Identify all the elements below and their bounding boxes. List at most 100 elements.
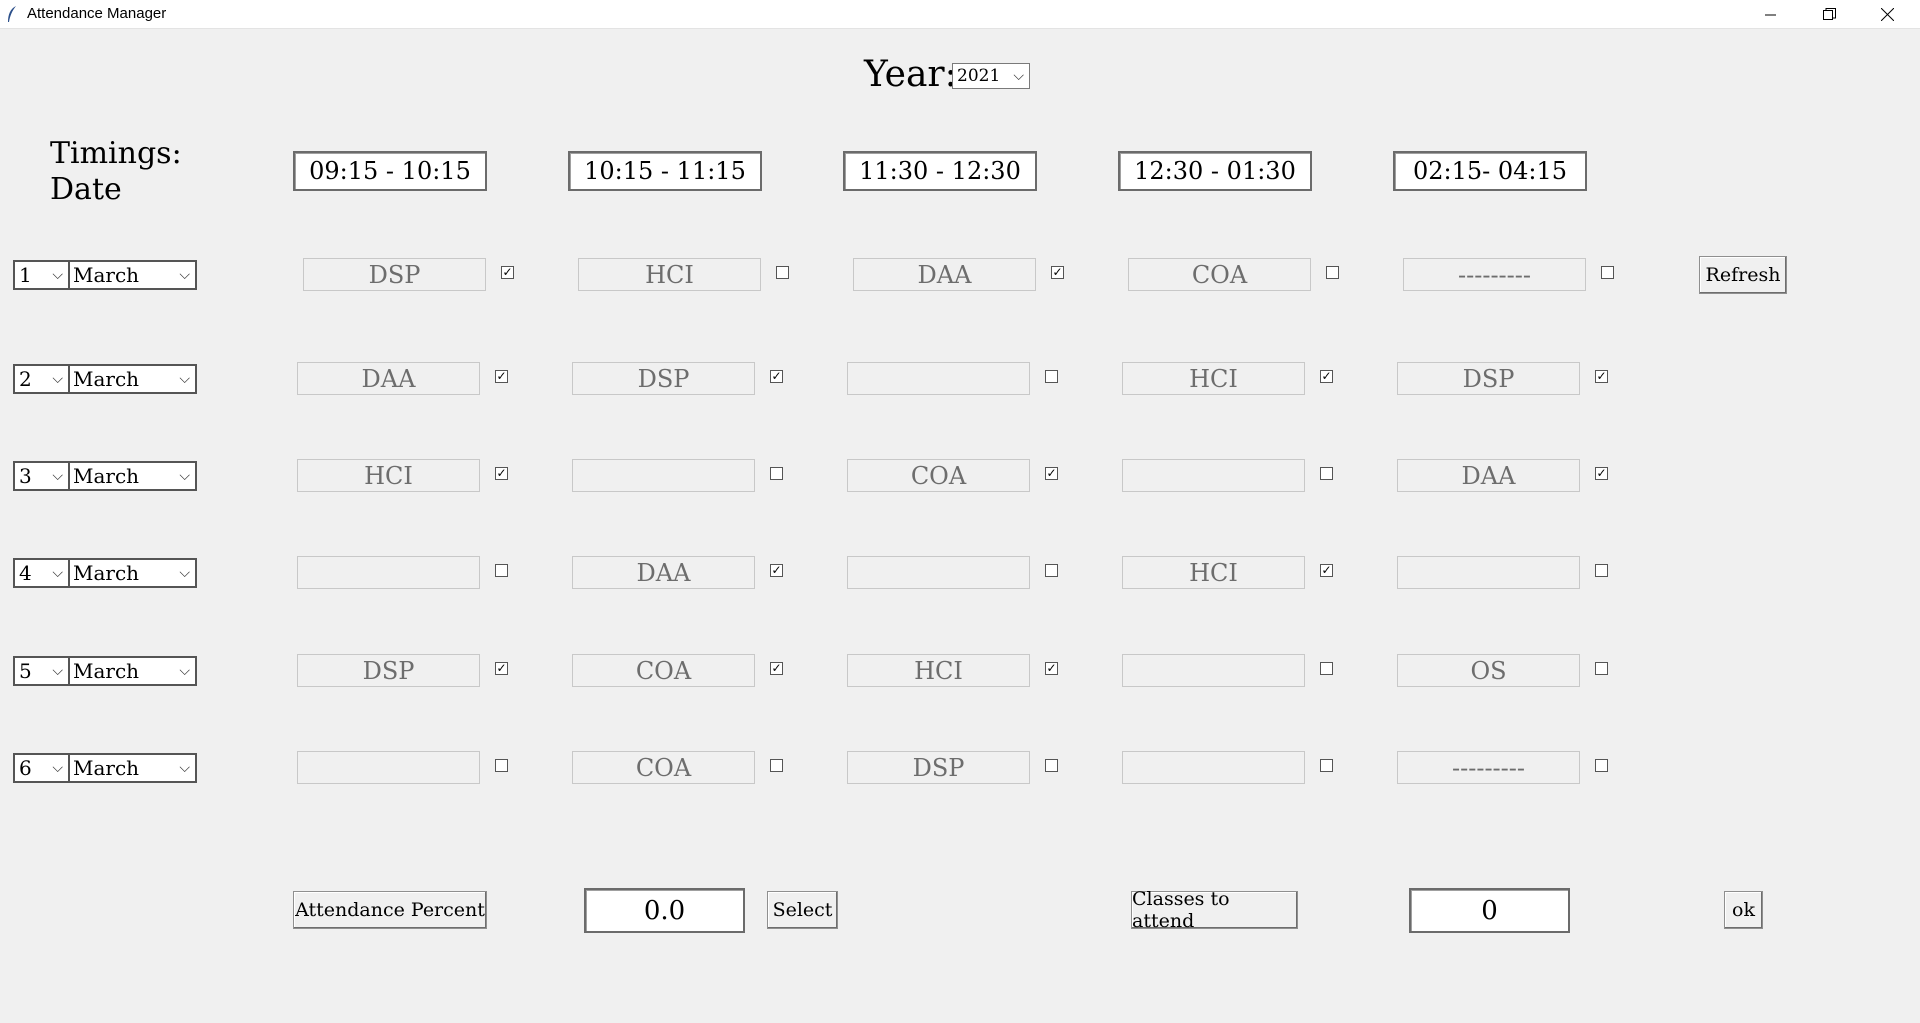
subject-field[interactable] (1122, 654, 1305, 687)
chevron-down-icon[interactable]: ⌵ (179, 463, 190, 489)
month-select[interactable]: March ⌵ (68, 656, 197, 686)
subject-field[interactable]: COA (1128, 258, 1311, 291)
timing-slot-3[interactable]: 11:30 - 12:30 (843, 151, 1037, 191)
subject-field[interactable]: DSP (297, 654, 480, 687)
subject-field[interactable]: COA (847, 459, 1030, 492)
chevron-down-icon[interactable]: ⌵ (179, 262, 190, 288)
classes-to-attend-button[interactable]: Classes to attend (1131, 888, 1298, 932)
day-select[interactable]: 4 ⌵ (13, 558, 70, 588)
classes-to-attend-output[interactable]: 0 (1409, 888, 1570, 933)
attendance-checkbox[interactable]: ✓ (495, 467, 508, 480)
attendance-checkbox[interactable]: ✓ (770, 564, 783, 577)
attendance-percent-output[interactable]: 0.0 (584, 888, 745, 933)
attendance-checkbox[interactable] (1601, 266, 1614, 279)
chevron-down-icon[interactable]: ⌵ (179, 366, 190, 392)
chevron-down-icon[interactable]: ⌵ (52, 658, 63, 684)
chevron-down-icon[interactable]: ⌵ (179, 560, 190, 586)
attendance-checkbox[interactable]: ✓ (495, 662, 508, 675)
attendance-checkbox[interactable] (1320, 467, 1333, 480)
timing-slot-1[interactable]: 09:15 - 10:15 (293, 151, 487, 191)
subject-field[interactable]: DSP (1397, 362, 1580, 395)
subject-field[interactable]: DSP (847, 751, 1030, 784)
subject-field[interactable]: COA (572, 654, 755, 687)
chevron-down-icon[interactable]: ⌵ (52, 560, 63, 586)
day-select[interactable]: 6 ⌵ (13, 753, 70, 783)
attendance-checkbox[interactable] (1326, 266, 1339, 279)
subject-field[interactable] (572, 459, 755, 492)
subject-field[interactable]: HCI (1122, 362, 1305, 395)
chevron-down-icon[interactable]: ⌵ (52, 463, 63, 489)
subject-field[interactable]: DAA (853, 258, 1036, 291)
attendance-checkbox[interactable] (1045, 759, 1058, 772)
attendance-checkbox[interactable]: ✓ (1320, 370, 1333, 383)
attendance-checkbox[interactable] (1045, 370, 1058, 383)
subject-field[interactable]: HCI (847, 654, 1030, 687)
attendance-checkbox[interactable]: ✓ (1595, 467, 1608, 480)
subject-field[interactable]: HCI (1122, 556, 1305, 589)
day-select[interactable]: 2 ⌵ (13, 364, 70, 394)
timing-slot-2[interactable]: 10:15 - 11:15 (568, 151, 762, 191)
attendance-checkbox[interactable] (770, 467, 783, 480)
subject-field[interactable]: --------- (1397, 751, 1580, 784)
attendance-checkbox[interactable] (1595, 759, 1608, 772)
attendance-checkbox[interactable] (1320, 662, 1333, 675)
timing-slot-5[interactable]: 02:15- 04:15 (1393, 151, 1587, 191)
subject-field[interactable] (847, 556, 1030, 589)
chevron-down-icon[interactable]: ⌵ (52, 366, 63, 392)
subject-field[interactable]: HCI (578, 258, 761, 291)
close-button[interactable] (1858, 0, 1916, 29)
chevron-down-icon[interactable]: ⌵ (179, 658, 190, 684)
attendance-checkbox[interactable] (1320, 759, 1333, 772)
day-select[interactable]: 5 ⌵ (13, 656, 70, 686)
subject-field[interactable]: DSP (303, 258, 486, 291)
month-select[interactable]: March ⌵ (68, 461, 197, 491)
subject-field[interactable]: DAA (297, 362, 480, 395)
month-select[interactable]: March ⌵ (68, 364, 197, 394)
subject-field[interactable] (1397, 556, 1580, 589)
attendance-checkbox[interactable]: ✓ (1045, 662, 1058, 675)
subject-field[interactable] (1122, 459, 1305, 492)
attendance-checkbox[interactable]: ✓ (1595, 370, 1608, 383)
day-select[interactable]: 1 ⌵ (13, 260, 70, 290)
chevron-down-icon[interactable]: ⌵ (52, 755, 63, 781)
attendance-checkbox[interactable]: ✓ (770, 370, 783, 383)
month-select[interactable]: March ⌵ (68, 260, 197, 290)
chevron-down-icon[interactable]: ⌵ (52, 262, 63, 288)
chevron-down-icon[interactable]: ⌵ (1013, 64, 1024, 88)
attendance-checkbox[interactable] (1595, 564, 1608, 577)
attendance-checkbox[interactable] (495, 759, 508, 772)
attendance-checkbox[interactable] (495, 564, 508, 577)
attendance-checkbox[interactable]: ✓ (495, 370, 508, 383)
year-select[interactable]: 2021 ⌵ (952, 63, 1030, 89)
attendance-checkbox[interactable]: ✓ (501, 266, 514, 279)
subject-field[interactable] (297, 751, 480, 784)
minimize-button[interactable] (1742, 0, 1800, 29)
attendance-checkbox[interactable] (776, 266, 789, 279)
subject-field[interactable]: HCI (297, 459, 480, 492)
attendance-checkbox[interactable] (1595, 662, 1608, 675)
day-select[interactable]: 3 ⌵ (13, 461, 70, 491)
subject-field[interactable]: DSP (572, 362, 755, 395)
subject-field[interactable] (1122, 751, 1305, 784)
refresh-button[interactable]: Refresh (1699, 256, 1787, 294)
month-select[interactable]: March ⌵ (68, 558, 197, 588)
subject-field[interactable]: COA (572, 751, 755, 784)
attendance-checkbox[interactable] (1045, 564, 1058, 577)
attendance-checkbox[interactable]: ✓ (770, 662, 783, 675)
attendance-checkbox[interactable]: ✓ (1045, 467, 1058, 480)
attendance-checkbox[interactable]: ✓ (1051, 266, 1064, 279)
select-button[interactable]: Select (767, 891, 838, 929)
attendance-percent-button[interactable]: Attendance Percent (293, 891, 487, 929)
restore-button[interactable] (1800, 0, 1858, 29)
attendance-checkbox[interactable]: ✓ (1320, 564, 1333, 577)
subject-field[interactable]: OS (1397, 654, 1580, 687)
subject-field[interactable] (297, 556, 480, 589)
chevron-down-icon[interactable]: ⌵ (179, 755, 190, 781)
month-select[interactable]: March ⌵ (68, 753, 197, 783)
ok-button[interactable]: ok (1724, 891, 1763, 929)
timing-slot-4[interactable]: 12:30 - 01:30 (1118, 151, 1312, 191)
subject-field[interactable]: --------- (1403, 258, 1586, 291)
subject-field[interactable] (847, 362, 1030, 395)
subject-field[interactable]: DAA (1397, 459, 1580, 492)
subject-field[interactable]: DAA (572, 556, 755, 589)
